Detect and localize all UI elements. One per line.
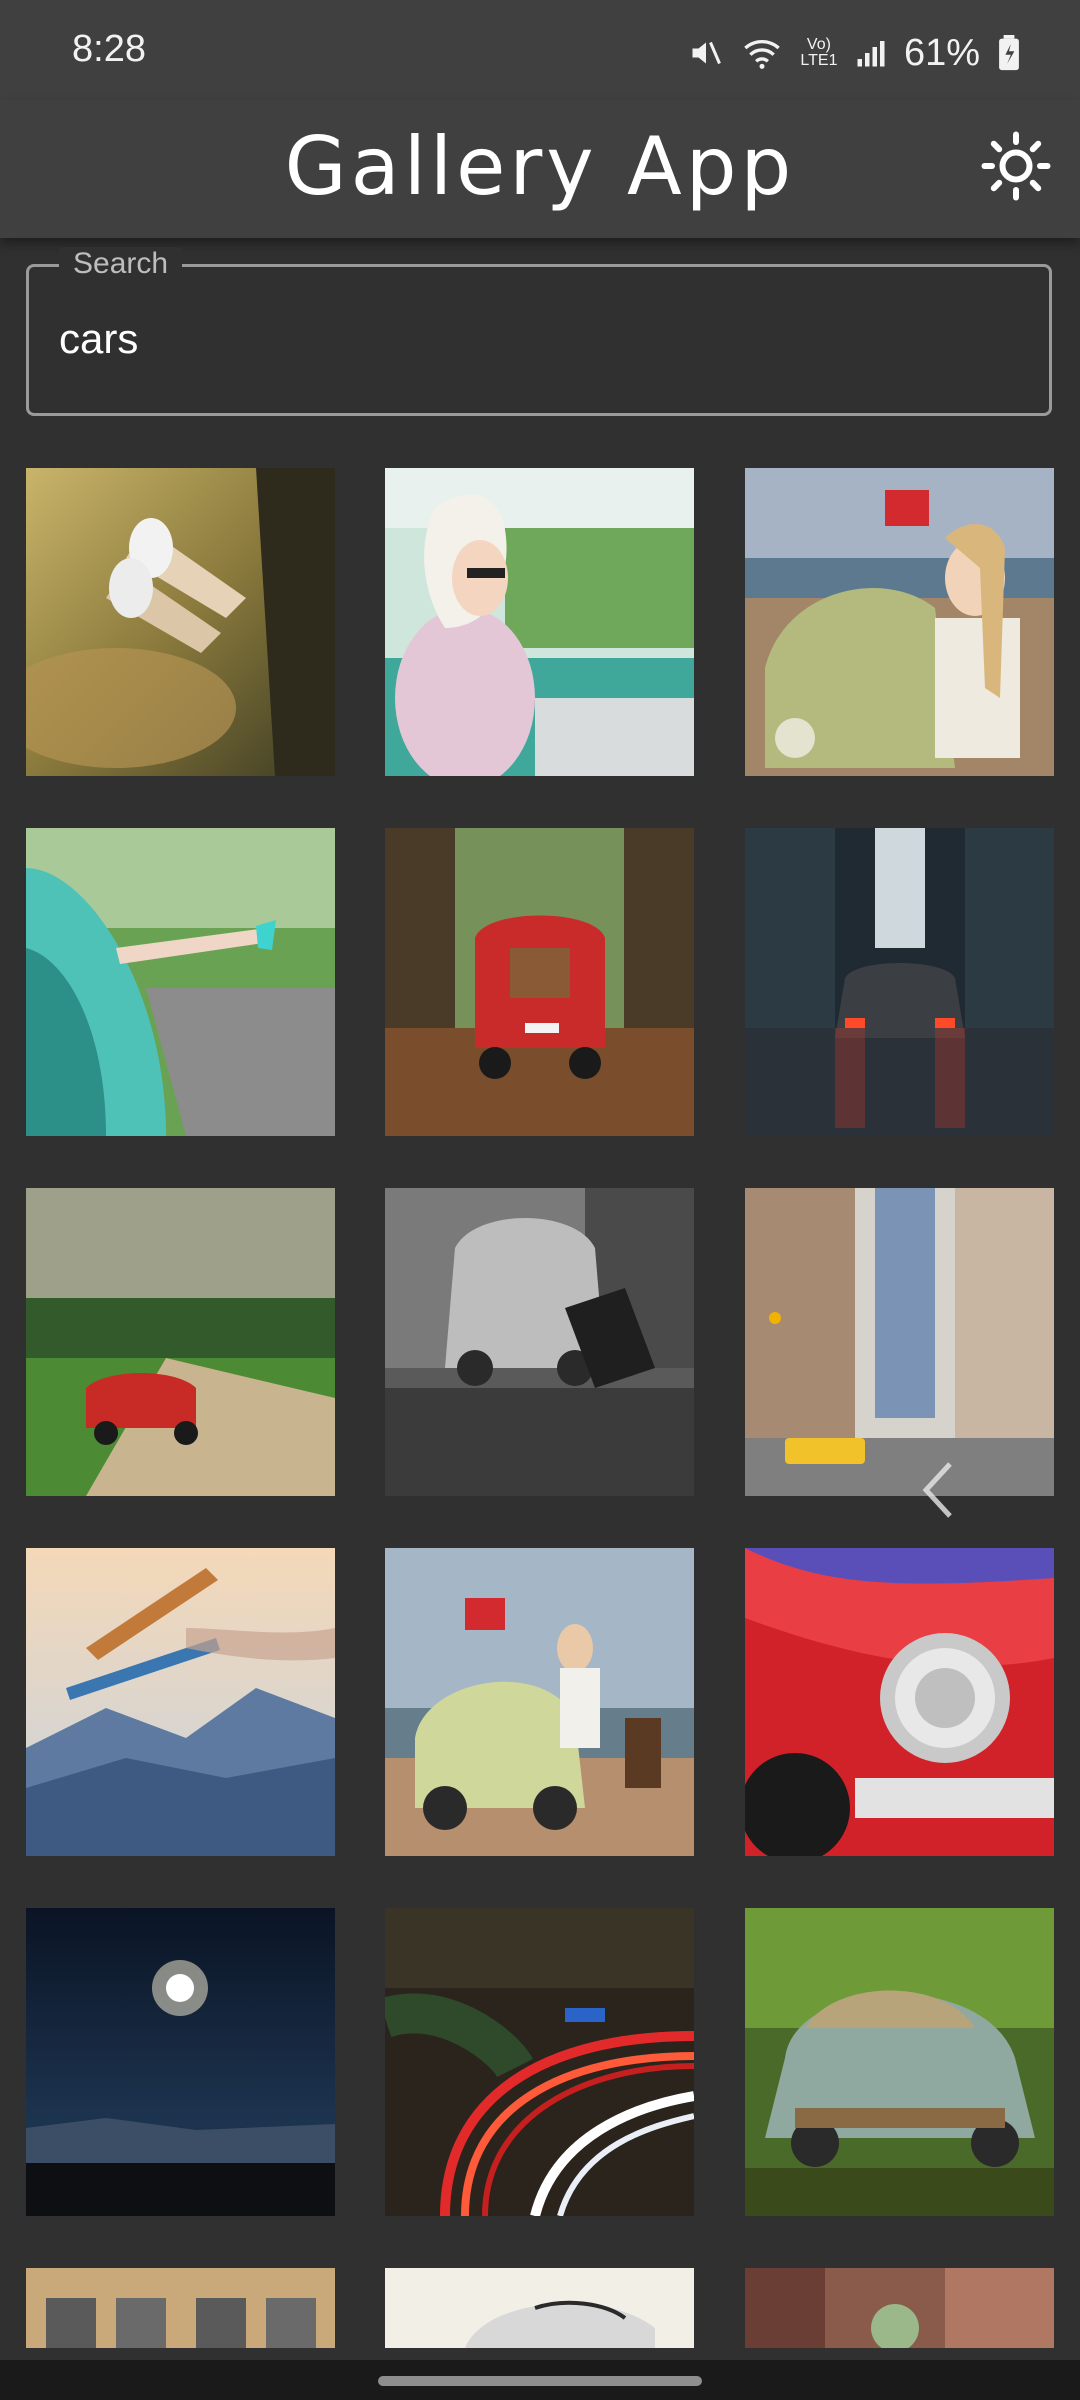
status-bar: 8:28 Vo) LTE1 61% <box>0 0 1080 100</box>
search-input[interactable] <box>59 309 999 369</box>
gallery-image[interactable] <box>385 1188 694 1496</box>
gallery-image[interactable] <box>26 1188 335 1496</box>
gallery-image[interactable] <box>385 1548 694 1856</box>
status-time: 8:28 <box>72 28 146 70</box>
gallery-image[interactable] <box>385 2268 694 2348</box>
gesture-handle[interactable] <box>378 2376 702 2386</box>
signal-icon <box>857 41 885 67</box>
app-title: Gallery App <box>284 120 796 213</box>
status-icons: Vo) LTE1 61% <box>688 28 1020 78</box>
gallery-image[interactable] <box>26 1548 335 1856</box>
gallery-image[interactable] <box>745 468 1054 776</box>
sun-icon <box>981 131 1051 201</box>
search-label: Search <box>59 247 183 281</box>
gallery-image[interactable] <box>26 1908 335 2216</box>
gallery-image[interactable] <box>745 2268 1054 2348</box>
gallery-image[interactable] <box>745 1908 1054 2216</box>
gallery-image[interactable] <box>385 828 694 1136</box>
gallery-image[interactable] <box>26 2268 335 2348</box>
gallery-image[interactable] <box>385 468 694 776</box>
wifi-icon <box>744 40 780 69</box>
gallery-image[interactable] <box>26 828 335 1136</box>
battery-icon <box>999 35 1019 71</box>
chevron-left-icon[interactable] <box>918 1460 958 1520</box>
gallery-image[interactable] <box>26 468 335 776</box>
search-field[interactable]: Search <box>26 247 1052 416</box>
network-type-label: Vo) LTE1 <box>800 36 838 69</box>
battery-percent: 61% <box>903 31 980 74</box>
gallery-image[interactable] <box>385 1908 694 2216</box>
mute-icon <box>692 41 721 65</box>
gallery-image[interactable] <box>745 1548 1054 1856</box>
gallery-image[interactable] <box>745 1188 1054 1496</box>
gallery-image[interactable] <box>745 828 1054 1136</box>
app-bar: Gallery App <box>0 100 1080 238</box>
theme-toggle-button[interactable] <box>980 130 1052 202</box>
